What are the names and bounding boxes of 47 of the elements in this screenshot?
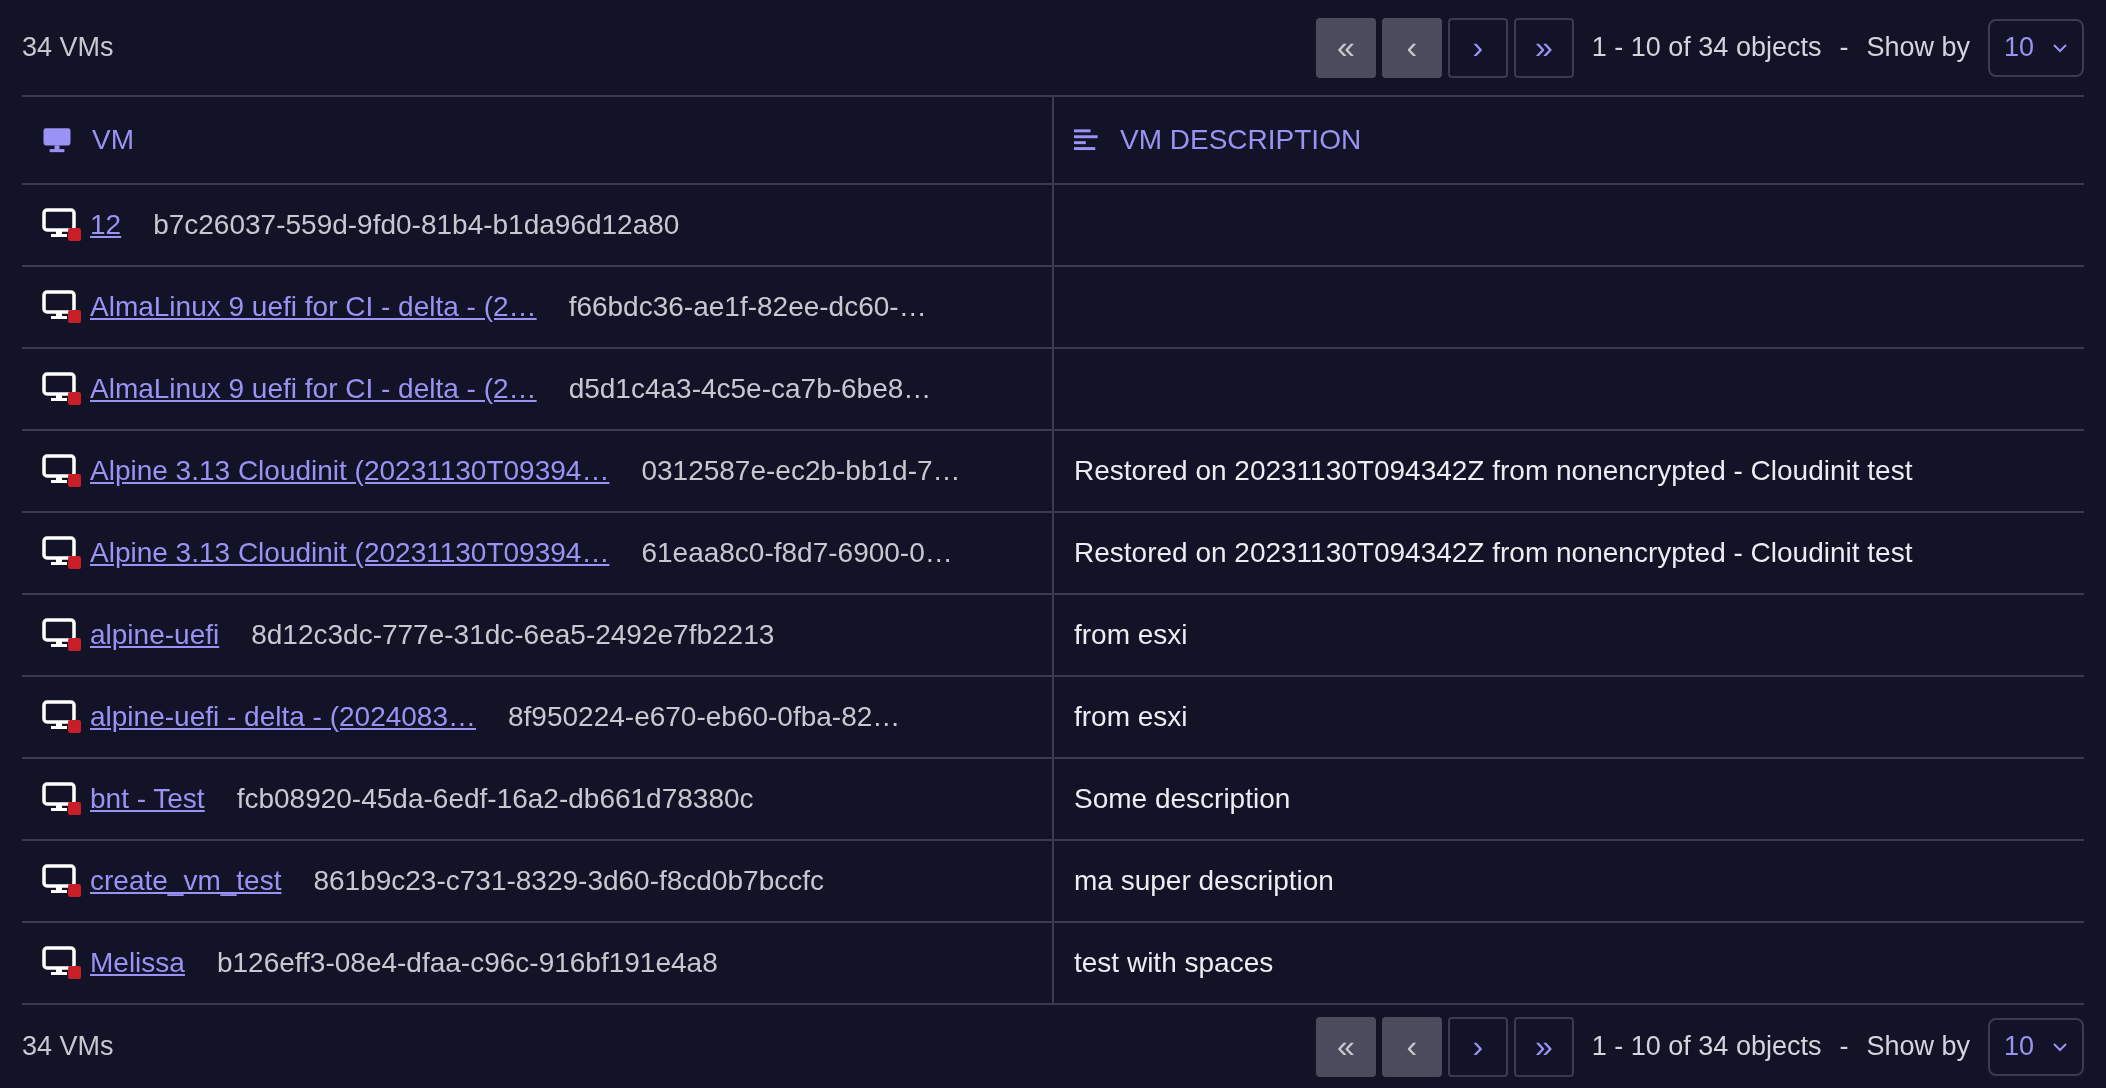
align-left-icon bbox=[1074, 128, 1100, 152]
vm-description: Restored on 20231130T094342Z from nonencrypted - Cloudinit test bbox=[1074, 455, 1913, 487]
chevron-down-icon bbox=[2052, 1041, 2068, 1052]
separator: - bbox=[1839, 1031, 1849, 1062]
show-by-label: Show by bbox=[1866, 1031, 1970, 1062]
vm-name-link[interactable]: AlmaLinux 9 uefi for CI - delta - (2… bbox=[90, 291, 537, 323]
vm-description: ma super description bbox=[1074, 865, 1334, 897]
page-size-select[interactable]: 10 bbox=[1988, 1017, 2084, 1076]
show-by-label: Show by bbox=[1866, 32, 1970, 63]
chevron-down-icon bbox=[2052, 42, 2068, 53]
vm-uuid: 61eaa8c0-f8d7-6900-0… bbox=[641, 537, 953, 569]
page-size-select[interactable]: 10 bbox=[1988, 18, 2084, 77]
vm-uuid: 8d12c3dc-777e-31dc-6ea5-2492e7fb2213 bbox=[251, 619, 775, 651]
page-button[interactable]: › bbox=[1447, 17, 1508, 78]
vm-uuid: b7c26037-559d-9fd0-81b4-b1da96d12a80 bbox=[153, 209, 680, 241]
vm-uuid: fcb08920-45da-6edf-16a2-db661d78380c bbox=[236, 783, 754, 815]
page-button[interactable]: » bbox=[1513, 1016, 1574, 1077]
page-button[interactable]: » bbox=[1513, 17, 1574, 78]
vm-name-link[interactable]: create_vm_test bbox=[90, 865, 282, 897]
vm-description: Restored on 20231130T094342Z from nonencrypted - Cloudinit test bbox=[1074, 537, 1913, 569]
vm-count: 34 VMs bbox=[22, 1031, 114, 1062]
vm-uuid: b126eff3-08e4-dfaa-c96c-916bf191e4a8 bbox=[216, 947, 718, 979]
vm-name-link[interactable]: 12 bbox=[90, 209, 122, 241]
vm-uuid: f66bdc36-ae1f-82ee-dc60-… bbox=[568, 291, 927, 323]
vm-name-link[interactable]: Alpine 3.13 Cloudinit (20231130T09394… bbox=[90, 455, 610, 487]
vm-name-link[interactable]: Alpine 3.13 Cloudinit (20231130T09394… bbox=[90, 537, 610, 569]
vm-description: from esxi bbox=[1074, 619, 1188, 651]
vm-name-link[interactable]: alpine-uefi bbox=[90, 619, 220, 651]
page-range: 1 - 10 of 34 objects bbox=[1591, 1031, 1822, 1062]
vm-uuid: 8f950224-e670-eb60-0fba-82… bbox=[508, 701, 901, 733]
page-button[interactable]: › bbox=[1447, 1016, 1508, 1077]
vm-description: Some description bbox=[1074, 783, 1291, 815]
separator: - bbox=[1839, 32, 1849, 63]
vm-count: 34 VMs bbox=[22, 32, 114, 63]
column-header[interactable]: VM bbox=[22, 97, 1054, 183]
vm-name-link[interactable]: AlmaLinux 9 uefi for CI - delta - (2… bbox=[90, 373, 537, 405]
vm-uuid: 861b9c23-c731-8329-3d60-f8cd0b7bccfc bbox=[313, 865, 824, 897]
column-header[interactable]: VM DESCRIPTION bbox=[1054, 97, 2084, 183]
vm-uuid: 0312587e-ec2b-bb1d-7… bbox=[641, 455, 961, 487]
vm-description: from esxi bbox=[1074, 701, 1188, 733]
page-range: 1 - 10 of 34 objects bbox=[1591, 32, 1822, 63]
vm-name-link[interactable]: bnt - Test bbox=[90, 783, 205, 815]
vm-name-link[interactable]: Melissa bbox=[90, 947, 185, 979]
vm-uuid: d5d1c4a3-4c5e-ca7b-6be8… bbox=[568, 373, 932, 405]
vm-name-link[interactable]: alpine-uefi - delta - (2024083… bbox=[90, 701, 476, 733]
vm-description: test with spaces bbox=[1074, 947, 1274, 979]
monitor-icon bbox=[42, 126, 72, 154]
